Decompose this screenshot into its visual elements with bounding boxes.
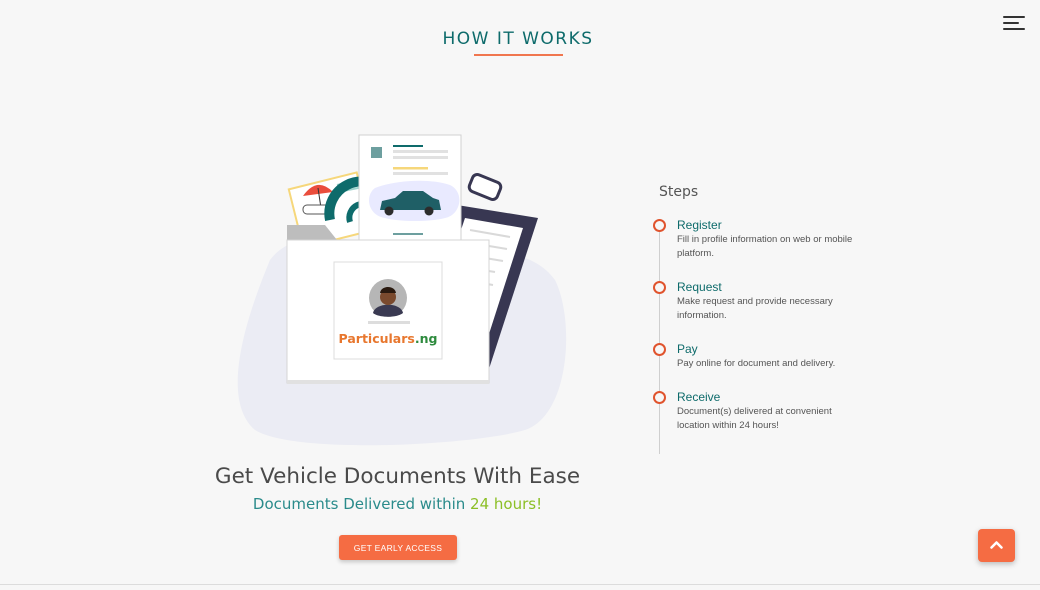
step-description: Fill in profile information on web or mo… bbox=[677, 234, 853, 259]
hero-subline: Documents Delivered within 24 hours! bbox=[190, 495, 605, 513]
subline-highlight-text: 24 hours! bbox=[470, 495, 543, 513]
chevron-up-icon bbox=[990, 541, 1003, 549]
step-description: Document(s) delivered at convenient loca… bbox=[677, 406, 832, 431]
section-title: HOW IT WORKS bbox=[442, 29, 594, 49]
step-marker-icon bbox=[653, 391, 666, 404]
get-early-access-button[interactable]: GET EARLY ACCESS bbox=[339, 535, 457, 560]
brand-name-text: Particulars bbox=[339, 331, 415, 346]
step-title: Register bbox=[677, 218, 722, 232]
hero-headline: Get Vehicle Documents With Ease bbox=[214, 464, 581, 489]
step-marker-icon bbox=[653, 281, 666, 294]
steps-heading: Steps bbox=[659, 184, 699, 200]
step-title: Pay bbox=[677, 342, 698, 356]
brand-domain-text: .ng bbox=[415, 331, 438, 346]
scroll-to-top-button[interactable] bbox=[978, 529, 1015, 562]
step-description: Pay online for document and delivery. bbox=[677, 358, 836, 369]
step-title: Request bbox=[677, 280, 722, 294]
vehicle-documents-illustration: Particulars.ng bbox=[237, 134, 567, 446]
title-underline bbox=[474, 54, 563, 56]
step-description: Make request and provide necessary infor… bbox=[677, 296, 833, 321]
svg-text:Particulars.ng: Particulars.ng bbox=[339, 331, 438, 346]
steps-timeline bbox=[659, 230, 660, 454]
subline-main-text: Documents Delivered within bbox=[252, 495, 471, 513]
page-divider bbox=[0, 584, 1040, 585]
step-marker-icon bbox=[653, 343, 666, 356]
step-marker-icon bbox=[653, 219, 666, 232]
step-title: Receive bbox=[677, 390, 721, 404]
